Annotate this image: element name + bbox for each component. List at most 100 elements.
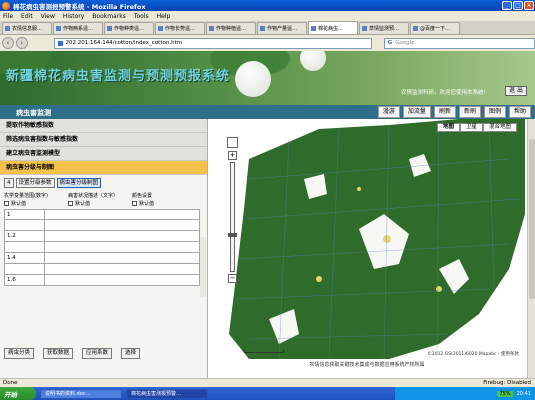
classify-button[interactable]: 病虫分类	[4, 348, 35, 359]
select-button[interactable]: 选择	[121, 348, 141, 359]
setup-params-button[interactable]: 设置分级参数	[15, 178, 55, 188]
description-header: 病害状况描述（文字）	[68, 193, 119, 199]
page-scrollbar[interactable]	[527, 119, 535, 378]
battery-icon[interactable]: 75%	[497, 390, 513, 397]
title-bar: 棉花病虫害测报预警系统 - Mozilla Firefox _ □ ×	[0, 0, 535, 11]
map-layer	[229, 119, 525, 359]
logout-button[interactable]: 退 出	[505, 86, 527, 96]
maximize-button[interactable]: □	[513, 1, 523, 10]
map-navigation: + −	[227, 137, 238, 283]
menu-tools[interactable]: Tools	[134, 13, 149, 20]
browser-tab[interactable]: 作物种类遥…	[104, 22, 154, 34]
pan-button[interactable]: 漫游	[377, 106, 400, 118]
start-button[interactable]: 开始	[0, 387, 36, 400]
menu-edit[interactable]: Edit	[21, 13, 33, 20]
page-content: 新疆棉花病虫害监测与预测预报系统 农情监测科研，欢迎您使用本系统！ 退 出 病虫…	[0, 51, 535, 378]
page-icon	[107, 26, 112, 31]
fetch-data-button[interactable]: 获取数据	[43, 348, 74, 359]
navigation-bar: ‹ › 202.201.164.144/cotton/index_cotton.…	[0, 35, 535, 51]
page-icon	[362, 26, 367, 31]
firebug-status[interactable]: Firebug: Disabled	[483, 379, 531, 387]
range-header: 农学变量范围(数字)	[4, 193, 48, 199]
refresh-button[interactable]: 刷新	[433, 106, 456, 118]
page-icon	[56, 26, 61, 31]
browser-tab[interactable]: 作物种植遥…	[206, 22, 256, 34]
help-button[interactable]: 帮助	[508, 106, 531, 118]
window-title: 棉花病虫害测报预警系统 - Mozilla Firefox	[13, 2, 146, 11]
table-row[interactable]	[4, 220, 200, 231]
checkbox[interactable]	[68, 201, 73, 206]
browser-tab[interactable]: 作物长势遥…	[155, 22, 205, 34]
tab-bar: 农情信息服… 作物两系遥… 作物种类遥… 作物长势遥… 作物种植遥… 作物产量遥…	[0, 21, 535, 35]
map-type-switch: 地图 卫星 混合地图	[436, 123, 517, 132]
table-row[interactable]: 1.6	[4, 275, 200, 286]
legend-button[interactable]: 图例	[483, 106, 506, 118]
map-type-map[interactable]: 地图	[436, 123, 460, 132]
menu-item-filter-index[interactable]: 筛选病虫害指数与敏感指数	[0, 133, 207, 147]
browser-tab[interactable]: @百度一下…	[410, 22, 460, 34]
taskbar-item[interactable]: 说明书的资料.doc…	[40, 388, 122, 399]
menu-item-extract-index[interactable]: 提取作物敏感指数	[0, 119, 207, 133]
search-input[interactable]: G Google	[383, 37, 535, 49]
banner: 新疆棉花病虫害监测与预测预报系统 农情监测科研，欢迎您使用本系统！ 退 出	[0, 51, 535, 105]
map-canvas[interactable]: + − 地图 卫星 混合地图 ©2012 GS(2011)6020 Mapabc…	[209, 119, 525, 359]
zoom-slider-thumb[interactable]	[228, 233, 237, 237]
map-type-hybrid[interactable]: 混合地图	[482, 123, 517, 132]
zoom-out-icon[interactable]: −	[228, 274, 237, 283]
param-grid: 1 1.2 1.4 1.6	[4, 209, 200, 286]
left-panel: 提取作物敏感指数 筛选病虫害指数与敏感指数 建立病虫害监测模型 病虫害分级与制图…	[0, 119, 208, 378]
zoom-slider[interactable]	[228, 162, 237, 272]
close-button[interactable]: ×	[524, 1, 534, 10]
menu-help[interactable]: Help	[157, 13, 171, 20]
table-row[interactable]: 1.4	[4, 253, 200, 264]
draw-map-button[interactable]: 病虫害分级制图	[56, 178, 102, 188]
description-default-checkbox[interactable]: 默认值	[68, 200, 128, 207]
menu-history[interactable]: History	[63, 13, 84, 20]
scrollbar-thumb[interactable]	[529, 139, 535, 299]
table-row[interactable]	[4, 264, 200, 275]
map-type-satellite[interactable]: 卫星	[459, 123, 483, 132]
color-header: 颜色设置	[132, 193, 153, 199]
menu-view[interactable]: View	[41, 13, 55, 20]
browser-tab[interactable]: 农情信息服…	[2, 22, 52, 34]
taskbar: 开始 说明书的资料.doc… 棉花病虫害测报预警… 75% 20:41	[0, 387, 535, 400]
checkbox[interactable]	[4, 201, 9, 206]
range-default-checkbox[interactable]: 默认值	[4, 200, 64, 207]
back-icon[interactable]: ‹	[2, 37, 14, 49]
menu-bookmarks[interactable]: Bookmarks	[92, 13, 126, 20]
menu-item-build-model[interactable]: 建立病虫害监测模型	[0, 147, 207, 161]
page-icon	[413, 26, 418, 31]
firefox-icon	[2, 1, 10, 10]
pan-control-icon[interactable]	[227, 137, 238, 148]
system-title: 新疆棉花病虫害监测与预测预报系统	[6, 69, 231, 84]
map-copyright: ©2012 GS(2011)6020 Mapabc - 使用条款	[427, 352, 519, 357]
table-row[interactable]	[4, 242, 200, 253]
menu-item-grading-mapping[interactable]: 病虫害分级与制图	[0, 161, 207, 175]
url-text: 202.201.164.144/cotton/index_cotton.htm	[65, 40, 183, 46]
browser-tab[interactable]: 草情监测预…	[359, 22, 409, 34]
clock: 20:41	[516, 390, 531, 397]
grid-scrollbar[interactable]	[200, 237, 206, 297]
level-count-select[interactable]: 4	[4, 178, 14, 188]
browser-tab-active[interactable]: 棉花病虫…	[308, 21, 358, 34]
table-row[interactable]: 1	[4, 209, 200, 220]
browser-tab[interactable]: 作物产量遥…	[257, 22, 307, 34]
color-default-checkbox[interactable]: 默认值	[132, 200, 192, 207]
taskbar-item-active[interactable]: 棉花病虫害测报预警…	[126, 388, 208, 399]
address-bar[interactable]: 202.201.164.144/cotton/index_cotton.htm	[53, 37, 372, 49]
checkbox[interactable]	[132, 201, 137, 206]
page-icon	[260, 26, 265, 31]
table-row[interactable]: 1.2	[4, 231, 200, 242]
add-flow-button[interactable]: 加流量	[402, 106, 431, 118]
module-header: 病虫害监测 漫游 加流量 刷新 新刷 图例 帮助	[0, 105, 535, 119]
tools-row: 4 设置分级参数 病虫害分级制图	[0, 177, 207, 189]
system-tray: 75% 20:41	[395, 387, 535, 400]
menu-file[interactable]: File	[3, 13, 13, 20]
site-icon	[57, 40, 63, 46]
apply-coef-button[interactable]: 应用系数	[82, 348, 113, 359]
browser-tab[interactable]: 作物两系遥…	[53, 22, 103, 34]
minimize-button[interactable]: _	[502, 1, 512, 10]
forward-icon[interactable]: ›	[15, 37, 28, 49]
new-brush-button[interactable]: 新刷	[458, 106, 481, 118]
zoom-in-icon[interactable]: +	[228, 151, 237, 160]
